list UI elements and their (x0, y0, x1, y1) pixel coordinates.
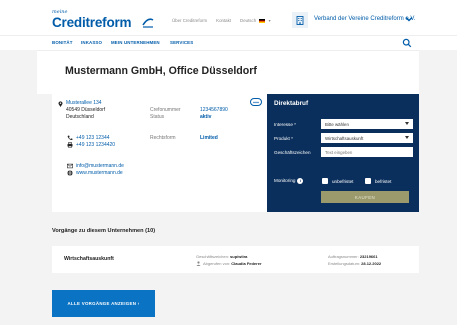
language-selector[interactable]: Deutsch ▾ (240, 18, 271, 23)
fax-icon (67, 142, 73, 148)
status-value: aktiv (200, 114, 212, 120)
german-flag-icon (259, 18, 266, 23)
unbefristet-label: unbefristet (332, 179, 354, 184)
nav-item-mein-unternehmen[interactable]: MEIN UNTERNEHMEN (111, 40, 160, 45)
vorgang-abgerufen-von: Abgerufen von: Claudia Federer (196, 261, 262, 267)
company-card: Musterallee 134 40549 Düsseldorf Deutsch… (52, 94, 267, 212)
vorgang-erstellungsdatum: Erstellungsdatum: 28.12.2022 (328, 261, 382, 266)
info-icon[interactable]: i (297, 178, 304, 184)
direktabruf-title: Direktabruf (274, 100, 309, 107)
vorgang-row[interactable]: Wirtschaftsauskunft Geschäftszeichen: su… (52, 246, 419, 273)
alle-vorgaenge-button[interactable]: ALLE VORGÄNGE ANZEIGEN › (52, 290, 155, 317)
verband-selector-label[interactable]: Verband der Vereine Creditreform e.V. (314, 16, 416, 22)
rechtsform-value: Limited (200, 135, 218, 141)
company-website[interactable]: www.mustermann.de (76, 170, 123, 176)
address-country: Deutschland (66, 114, 94, 120)
company-email[interactable]: info@mustermann.de (76, 163, 124, 169)
vorgang-auftragsnummer: Auftragsnummer: 23219661 (328, 254, 378, 259)
produkt-select[interactable]: Wirtschaftsauskunft (321, 133, 413, 143)
vorgang-geschaeftszeichen: Geschäftszeichen: sup/wiira (196, 254, 248, 259)
company-address: Musterallee 134 40549 Düsseldorf Deutsch… (58, 100, 106, 121)
kaufen-button[interactable]: KAUFEN (321, 191, 409, 203)
title-bar: Mustermann GmbH, Office Düsseldorf (37, 50, 419, 94)
company-phone[interactable]: +49 123 12344 (76, 135, 110, 141)
logo-mark-icon (142, 18, 154, 28)
status-label: Status (150, 114, 165, 120)
chat-icon (253, 101, 259, 103)
vorgang-title: Wirtschaftsauskunft (64, 256, 114, 262)
geschaeftszeichen-input[interactable] (321, 147, 413, 157)
chevron-down-icon (405, 122, 409, 125)
befristet-label: befristet (375, 179, 392, 184)
location-pin-icon (58, 101, 63, 107)
produkt-label: Produkt * (274, 136, 293, 141)
phone-icon (67, 135, 73, 141)
befristet-checkbox[interactable] (365, 178, 371, 184)
rechtsform-label: Rechtsform (150, 135, 176, 141)
interesse-value: Bitte wählen (325, 121, 349, 127)
building-icon (292, 12, 308, 28)
vorgaenge-heading: Vorgänge zu diesem Unternehmen (10) (52, 228, 156, 234)
unbefristet-checkbox[interactable] (322, 178, 328, 184)
crefo-label: Crefonummer (150, 107, 181, 113)
top-link-about[interactable]: Über Creditreform (172, 18, 207, 23)
nav-item-services[interactable]: SERVICES (170, 40, 193, 45)
geschaeftszeichen-label: Geschäftszeichen (274, 150, 311, 155)
top-links: Über Creditreform Kontakt Deutsch ▾ (172, 18, 271, 23)
top-link-contact[interactable]: Kontakt (216, 18, 231, 23)
monitoring-label: Monitoring i (274, 178, 304, 184)
nav-item-bonitaet[interactable]: BONITÄT (52, 40, 73, 45)
language-label: Deutsch (240, 18, 257, 23)
interesse-select[interactable]: Bitte wählen (321, 119, 413, 129)
chevron-down-icon (405, 136, 409, 139)
chevron-down-icon[interactable] (404, 14, 414, 24)
page: meine Creditreform Über Creditreform Kon… (0, 0, 457, 325)
logo-name: Creditreform (52, 15, 132, 30)
page-title: Mustermann GmbH, Office Düsseldorf (65, 65, 257, 77)
chevron-down-icon: ▾ (268, 18, 271, 23)
globe-icon (67, 170, 73, 176)
crefo-value: 1234567890 (200, 107, 228, 113)
chat-button[interactable] (250, 98, 262, 106)
search-icon[interactable] (402, 38, 412, 48)
company-fax: +49 123 1234420 (76, 142, 116, 148)
produkt-value: Wirtschaftsauskunft (325, 135, 364, 141)
address-city: 40549 Düsseldorf (66, 107, 106, 113)
mail-icon (67, 163, 73, 169)
nav-item-inkasso[interactable]: INKASSO (81, 40, 102, 45)
interesse-label: Interesse * (274, 122, 296, 127)
address-street: Musterallee 134 (66, 100, 102, 106)
direktabruf-panel: Direktabruf Interesse * Bitte wählen Pro… (267, 94, 419, 212)
user-icon (196, 261, 201, 267)
main-nav: BONITÄT INKASSO MEIN UNTERNEHMEN SERVICE… (0, 35, 457, 50)
